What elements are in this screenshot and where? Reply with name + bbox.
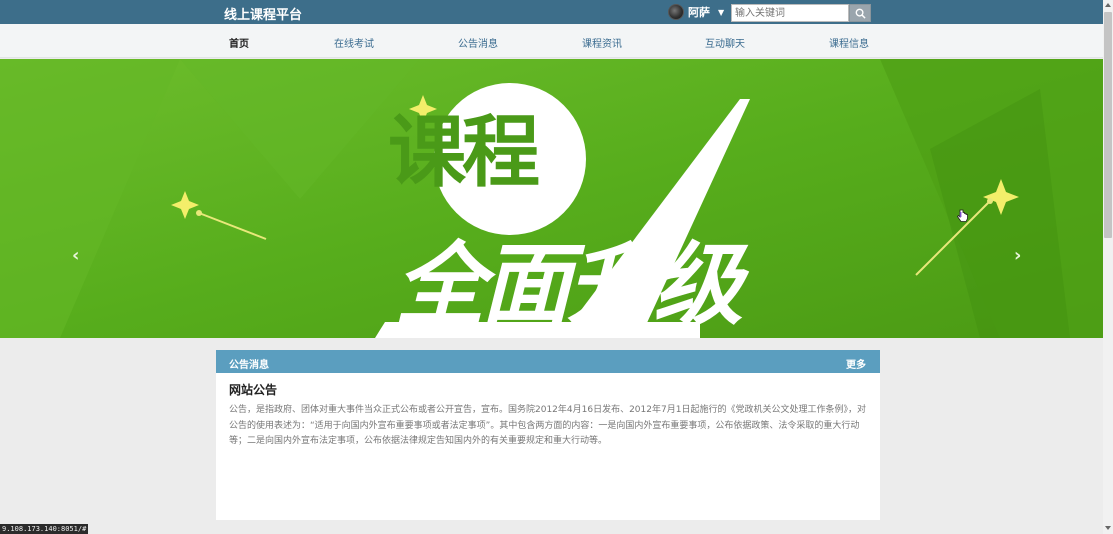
- banner-headline-line1: 课程: [388, 108, 540, 198]
- hand-cursor-icon: [957, 209, 968, 222]
- top-header: 线上课程平台 阿萨 ▼: [0, 0, 1103, 24]
- scroll-thumb[interactable]: [1104, 12, 1112, 238]
- carousel-prev-button[interactable]: ‹: [72, 245, 79, 266]
- notice-title[interactable]: 网站公告: [229, 381, 277, 398]
- vertical-scrollbar[interactable]: [1103, 0, 1113, 534]
- search-button[interactable]: [849, 4, 871, 22]
- nav-item-course-info[interactable]: 课程信息: [829, 35, 869, 50]
- nav-item-home[interactable]: 首页: [229, 35, 249, 50]
- main-nav: 首页 在线考试 公告消息 课程资讯 互动聊天 课程信息: [0, 24, 1103, 58]
- chevron-down-icon[interactable]: ▼: [718, 8, 724, 17]
- nav-item-online-exam[interactable]: 在线考试: [334, 35, 374, 50]
- notice-panel-header: 公告消息 更多: [216, 350, 880, 373]
- notice-panel: 公告消息 更多 网站公告 公告，是指政府、团体对重大事件当众正式公布或者公开宣告…: [216, 350, 880, 520]
- status-bar-url: 9.108.173.140:8051/#: [0, 524, 89, 534]
- user-menu[interactable]: 阿萨 ▼: [668, 4, 724, 20]
- nav-item-chat[interactable]: 互动聊天: [705, 35, 745, 50]
- banner-headline-line2: 全面升级: [395, 233, 743, 338]
- notice-panel-title: 公告消息: [229, 360, 269, 371]
- search-input[interactable]: [731, 4, 849, 22]
- nav-item-announcements[interactable]: 公告消息: [458, 35, 498, 50]
- nav-item-course-news[interactable]: 课程资讯: [582, 35, 622, 50]
- avatar[interactable]: [668, 4, 684, 20]
- carousel-next-button[interactable]: ›: [1014, 245, 1021, 266]
- scroll-up-icon[interactable]: [1105, 3, 1111, 7]
- scroll-down-icon[interactable]: [1105, 526, 1111, 530]
- more-link[interactable]: 更多: [846, 356, 866, 371]
- notice-body: 公告，是指政府、团体对重大事件当众正式公布或者公开宣告，宣布。国务院2012年4…: [229, 405, 866, 446]
- site-brand[interactable]: 线上课程平台: [224, 4, 302, 23]
- search-icon: [855, 8, 866, 19]
- user-name[interactable]: 阿萨: [688, 4, 710, 20]
- banner-carousel[interactable]: 课程 全面升级 ‹ ›: [0, 59, 1103, 338]
